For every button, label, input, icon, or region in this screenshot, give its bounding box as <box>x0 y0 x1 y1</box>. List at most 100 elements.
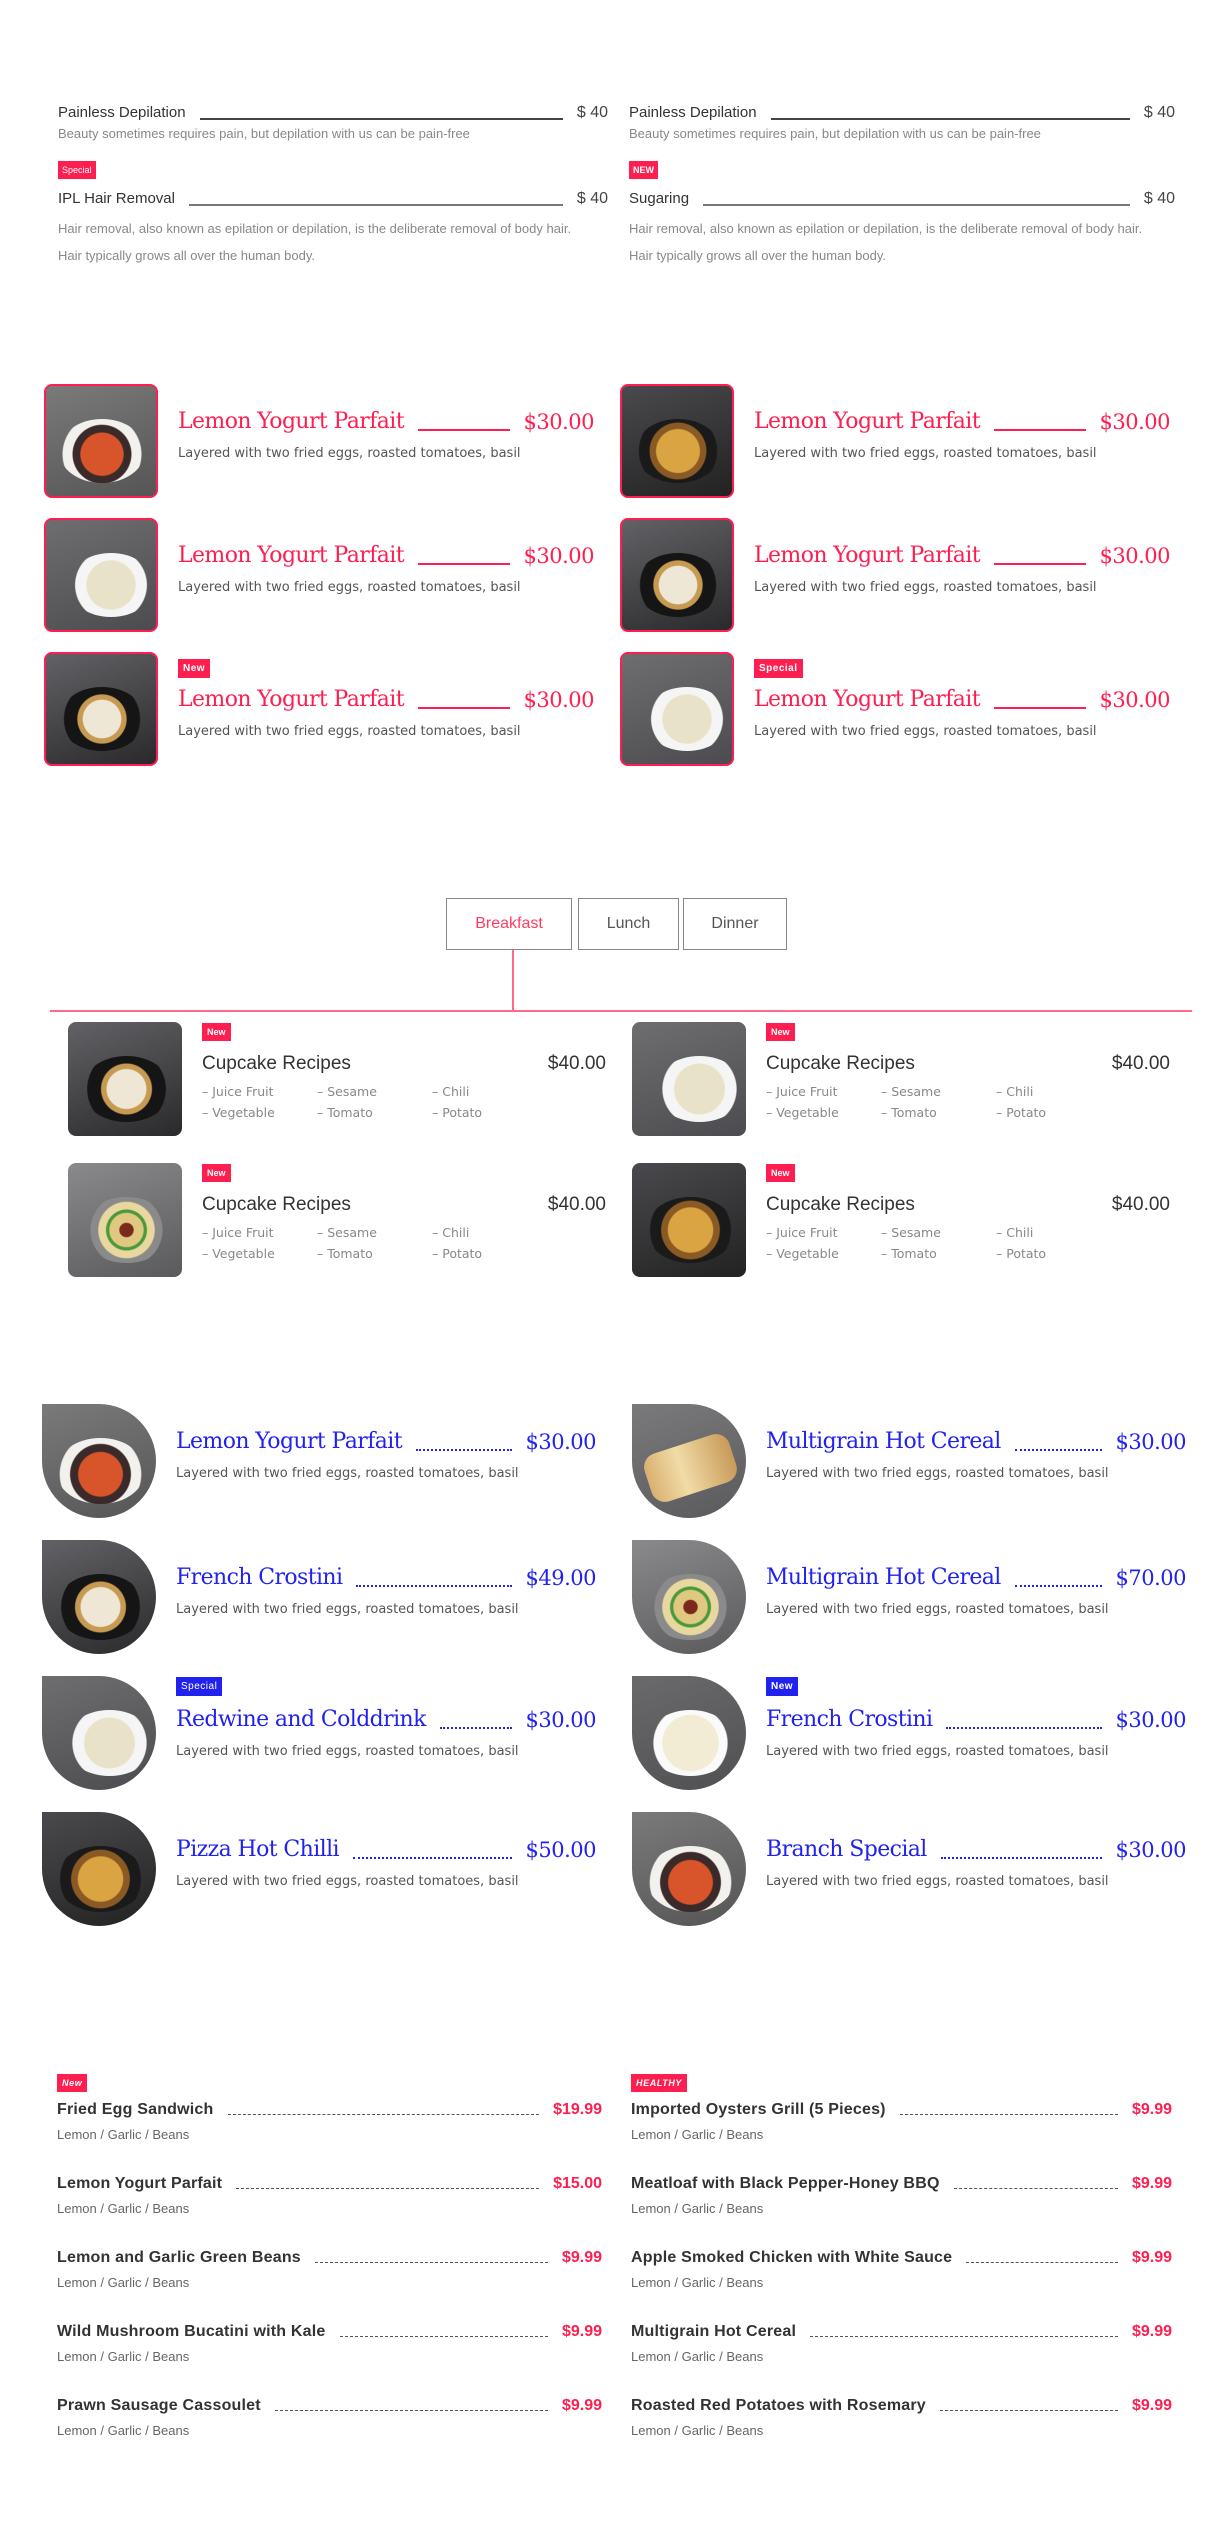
item-description: Lemon / Garlic / Beans <box>57 2349 190 2364</box>
menu-item[interactable]: Prawn Sausage Cassoulet $9.99 Lemon / Ga… <box>57 2393 602 2438</box>
leader-line <box>236 2188 540 2189</box>
item-name: Imported Oysters Grill (5 Pieces) <box>631 2101 886 2118</box>
item-name: Roasted Red Potatoes with Rosemary <box>631 2397 926 2414</box>
item-price: $40.00 <box>547 1194 606 1215</box>
menu-item[interactable]: Lemon Yogurt Parfait $15.00 Lemon / Garl… <box>57 2171 602 2216</box>
menu-item[interactable]: Apple Smoked Chicken with White Sauce $9… <box>631 2245 1172 2290</box>
leader-line <box>417 429 510 431</box>
menu-item[interactable]: New Cupcake Recipes $40.00 – Juice Fruit… <box>68 1022 608 1136</box>
ingredient: – Vegetable <box>766 1246 839 1261</box>
tab-breakfast[interactable]: Breakfast <box>446 898 572 950</box>
item-price: $9.99 <box>561 2323 602 2340</box>
menu-item[interactable]: Wild Mushroom Bucatini with Kale $9.99 L… <box>57 2319 602 2364</box>
item-description: Lemon / Garlic / Beans <box>631 2349 764 2364</box>
item-price: $30.00 <box>523 410 595 434</box>
dumplings-plate-image <box>620 652 734 766</box>
item-name: IPL Hair Removal <box>58 190 175 207</box>
ingredient: – Sesame <box>881 1225 941 1240</box>
menu-item[interactable]: Special Redwine and Colddrink $30.00 Lay… <box>42 1676 622 1790</box>
menu-item[interactable]: Lemon Yogurt Parfait $30.00 Layered with… <box>620 384 1180 498</box>
item-price: $9.99 <box>561 2397 602 2414</box>
menu-item[interactable]: Lemon Yogurt Parfait $30.00 Layered with… <box>42 1404 622 1518</box>
item-description: Hair typically grows all over the human … <box>58 248 315 263</box>
item-name: Painless Depilation <box>629 104 757 121</box>
menu-item[interactable]: Special Lemon Yogurt Parfait $30.00 Laye… <box>620 652 1180 766</box>
item-description: Layered with two fried eggs, roasted tom… <box>766 1744 1109 1759</box>
menu-item[interactable]: French Crostini $49.00 Layered with two … <box>42 1540 622 1654</box>
leader-line <box>199 118 563 120</box>
item-price: $40.00 <box>547 1053 606 1074</box>
tab-lunch[interactable]: Lunch <box>578 898 679 950</box>
menu-item[interactable]: Branch Special $30.00 Layered with two f… <box>632 1812 1212 1926</box>
menu-item[interactable]: Meatloaf with Black Pepper-Honey BBQ $9.… <box>631 2171 1172 2216</box>
special-badge: Special <box>754 659 803 678</box>
menu-item[interactable]: Roasted Red Potatoes with Rosemary $9.99… <box>631 2393 1172 2438</box>
menu-item[interactable]: New Cupcake Recipes $40.00 – Juice Fruit… <box>632 1163 1172 1277</box>
menu-item[interactable]: New Lemon Yogurt Parfait $30.00 Layered … <box>44 652 604 766</box>
menu-item[interactable]: Lemon Yogurt Parfait $30.00 Layered with… <box>44 518 604 632</box>
ingredient: – Vegetable <box>202 1246 275 1261</box>
ingredient: – Juice Fruit <box>766 1225 838 1240</box>
menu-item[interactable]: Lemon Yogurt Parfait $30.00 Layered with… <box>44 384 604 498</box>
item-description: Layered with two fried eggs, roasted tom… <box>766 1874 1109 1889</box>
item-price: $30.00 <box>1099 544 1171 568</box>
item-price: $50.00 <box>525 1838 597 1862</box>
menu-item[interactable]: Lemon and Garlic Green Beans $9.99 Lemon… <box>57 2245 602 2290</box>
leader-line <box>339 2336 548 2337</box>
leader-line <box>953 2188 1118 2189</box>
menu-item[interactable]: Imported Oysters Grill (5 Pieces) $9.99 … <box>631 2097 1172 2142</box>
item-price: $30.00 <box>525 1708 597 1732</box>
menu-item[interactable]: Fried Egg Sandwich $19.99 Lemon / Garlic… <box>57 2097 602 2142</box>
item-name: Lemon Yogurt Parfait <box>754 409 981 434</box>
item-name: Fried Egg Sandwich <box>57 2101 214 2118</box>
item-name: Lemon Yogurt Parfait <box>178 409 405 434</box>
leader-line <box>415 1449 512 1451</box>
leader-line <box>770 118 1130 120</box>
item-price: $30.00 <box>1099 688 1171 712</box>
menu-item[interactable]: Multigrain Hot Cereal $9.99 Lemon / Garl… <box>631 2319 1172 2364</box>
new-badge: NEW <box>629 161 658 179</box>
menu-item[interactable]: Lemon Yogurt Parfait $30.00 Layered with… <box>620 518 1180 632</box>
item-name: Lemon Yogurt Parfait <box>754 687 981 712</box>
item-name: Cupcake Recipes <box>202 1053 351 1074</box>
ingredient-list: – Juice Fruit – Sesame – Chili – Vegetab… <box>766 1081 1170 1123</box>
ingredient: – Chili <box>432 1225 470 1240</box>
item-description: Layered with two fried eggs, roasted tom… <box>178 580 521 595</box>
item-description: Lemon / Garlic / Beans <box>57 2127 190 2142</box>
menu-item[interactable]: Pizza Hot Chilli $50.00 Layered with two… <box>42 1812 622 1926</box>
item-name: Multigrain Hot Cereal <box>766 1565 1001 1590</box>
gyoza-board-image <box>632 1404 746 1518</box>
menu-item[interactable]: New Cupcake Recipes $40.00 – Juice Fruit… <box>632 1022 1172 1136</box>
menu-item[interactable]: Multigrain Hot Cereal $30.00 Layered wit… <box>632 1404 1212 1518</box>
item-price: $49.00 <box>525 1566 597 1590</box>
item-price: $19.99 <box>553 2101 602 2118</box>
item-description: Lemon / Garlic / Beans <box>631 2201 764 2216</box>
active-tab-connector <box>512 950 514 1011</box>
tab-dinner[interactable]: Dinner <box>683 898 787 950</box>
item-description: Beauty sometimes requires pain, but depi… <box>629 126 1041 141</box>
menu-item[interactable]: New Cupcake Recipes $40.00 – Juice Fruit… <box>68 1163 608 1277</box>
seafood-noodle-soup-image <box>632 1812 746 1926</box>
leader-line <box>1014 1585 1102 1587</box>
menu-item[interactable]: Multigrain Hot Cereal $70.00 Layered wit… <box>632 1540 1212 1654</box>
price-item: Painless Depilation $ 40 Beauty sometime… <box>58 103 608 145</box>
tab-label: Dinner <box>711 915 759 932</box>
ramen-bowl-image <box>620 384 734 498</box>
menu-item[interactable]: New French Crostini $30.00 Layered with … <box>632 1676 1212 1790</box>
udon-skewers-image <box>44 652 158 766</box>
ingredient: – Vegetable <box>202 1105 275 1120</box>
item-name: Sugaring <box>629 190 690 207</box>
item-price: $30.00 <box>1099 410 1171 434</box>
item-description: Layered with two fried eggs, roasted tom… <box>754 580 1097 595</box>
leader-line <box>939 2410 1118 2411</box>
leader-line <box>352 1857 512 1859</box>
item-description: Layered with two fried eggs, roasted tom… <box>176 1466 519 1481</box>
item-name: Lemon and Garlic Green Beans <box>57 2249 301 2266</box>
new-badge: New <box>202 1023 231 1041</box>
item-price: $ 40 <box>576 104 608 121</box>
item-price: $70.00 <box>1115 1566 1187 1590</box>
hotpot-image <box>632 1540 746 1654</box>
tab-label: Breakfast <box>475 915 543 932</box>
ingredient: – Potato <box>996 1246 1047 1261</box>
item-description: Layered with two fried eggs, roasted tom… <box>178 724 521 739</box>
